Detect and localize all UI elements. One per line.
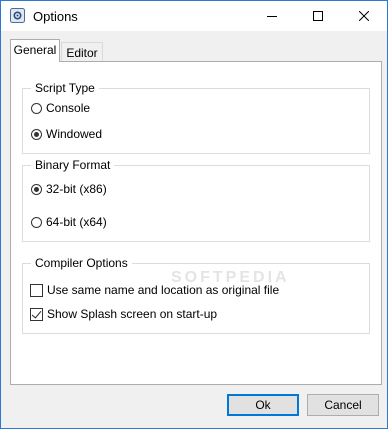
checkbox-show-splash[interactable]: Show Splash screen on start-up [30,307,217,321]
radio-64bit-label: 64-bit (x64) [46,215,107,229]
script-type-legend: Script Type [31,81,99,95]
close-button[interactable] [341,1,387,31]
watermark: SOFTPEDIA [171,269,290,286]
general-panel: Script Type Console Windowed Binary Form… [10,61,382,385]
radio-windowed-label: Windowed [46,127,103,141]
binary-format-legend: Binary Format [31,158,115,172]
maximize-icon [313,11,323,21]
cancel-button[interactable]: Cancel [307,394,379,416]
maximize-button[interactable] [295,1,341,31]
radio-circle [31,216,42,228]
radio-windowed[interactable]: Windowed [31,127,102,141]
options-dialog: Options General Editor Script Type Conso… [0,0,388,429]
tab-editor[interactable]: Editor [61,42,103,63]
title-bar[interactable]: Options [1,1,387,31]
radio-console-label: Console [46,101,91,115]
radio-circle-selected [31,183,42,195]
minimize-icon [267,16,277,17]
compiler-options-legend: Compiler Options [31,256,132,270]
ok-button[interactable]: Ok [227,394,299,416]
radio-circle-selected [31,128,42,140]
radio-console[interactable]: Console [31,101,90,115]
checkbox-show-splash-label: Show Splash screen on start-up [47,307,218,321]
gear-icon [10,8,25,23]
binary-format-group: Binary Format 32-bit (x86) 64-bit (x64) [22,158,370,242]
radio-32bit[interactable]: 32-bit (x86) [31,182,107,196]
window-title: Options [33,9,78,24]
radio-32bit-label: 32-bit (x86) [46,182,107,196]
checkbox-box [30,283,43,297]
radio-circle [31,102,42,114]
minimize-button[interactable] [249,1,295,31]
script-type-group: Script Type Console Windowed [22,81,370,154]
close-icon [359,11,369,21]
radio-64bit[interactable]: 64-bit (x64) [31,215,107,229]
checkbox-box-checked [30,307,43,321]
tab-general[interactable]: General [10,39,60,62]
